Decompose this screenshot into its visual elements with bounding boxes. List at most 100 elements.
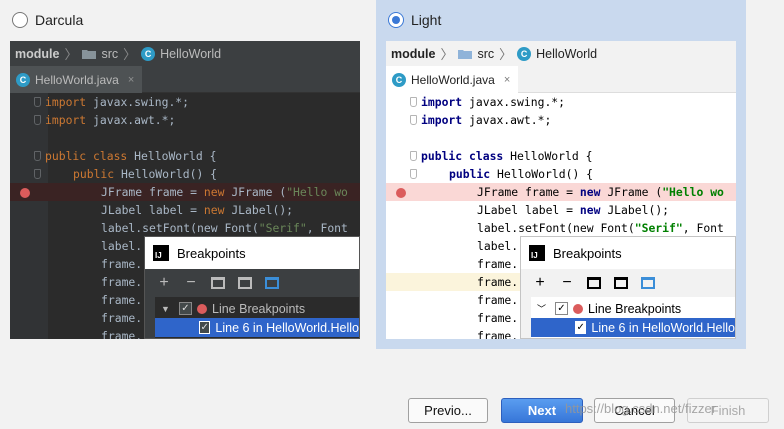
code-line-breakpoint: JFrame frame = new JFrame ("Hello wo <box>10 183 360 201</box>
add-icon[interactable]: + <box>155 274 173 292</box>
class-icon: C <box>517 46 532 61</box>
breadcrumb-file: HelloWorld <box>160 46 222 61</box>
class-icon: C <box>16 72 30 87</box>
breakpoints-tree: ﹀ ✓ Line Breakpoints ✓ Line 6 in HelloWo… <box>531 297 735 338</box>
group-label: Line Breakpoints <box>588 301 682 316</box>
editor-tabbar: C HelloWorld.java × <box>386 66 736 93</box>
code-text: javax.awt.*; <box>93 113 176 127</box>
previous-button[interactable]: Previo... <box>408 398 488 423</box>
close-icon[interactable]: × <box>504 74 510 86</box>
code-line: public HelloWorld() { <box>10 165 360 183</box>
folder-icon <box>458 49 473 59</box>
fold-icon <box>34 151 41 161</box>
code-line: label.setFont(new Font("Serif", Font <box>477 221 724 235</box>
breadcrumb-src: src <box>101 46 119 61</box>
watermark-text: https://blog.csdn.net/fizzer <box>565 401 717 416</box>
fold-icon <box>410 97 417 107</box>
expand-triangle-icon[interactable]: ▼ <box>161 304 173 314</box>
breakpoints-dialog: IJ Breakpoints + − ﹀ ✓ Line Breakpoints … <box>520 236 736 339</box>
breakpoints-title-bar: IJ Breakpoints <box>145 237 359 269</box>
tree-item-breakpoint[interactable]: ✓ Line 6 in HelloWorld.Hello <box>531 318 735 337</box>
item-checkbox[interactable]: ✓ <box>575 321 587 334</box>
breadcrumb-module: module <box>15 46 60 61</box>
group-checkbox[interactable]: ✓ <box>179 302 192 315</box>
code-line: import javax.awt.*; <box>10 111 360 129</box>
code-line: import javax.swing.*; <box>386 93 736 111</box>
group-by-file-icon[interactable] <box>209 274 227 292</box>
code-line: public class HelloWorld { <box>10 147 360 165</box>
group-by-file-icon[interactable] <box>585 274 603 292</box>
breadcrumb-file: HelloWorld <box>536 46 598 61</box>
breakpoint-icon[interactable] <box>20 188 30 198</box>
tree-group-line-breakpoints[interactable]: ﹀ ✓ Line Breakpoints <box>531 299 735 318</box>
code-line: public HelloWorld() { <box>386 165 736 183</box>
item-label: Line 6 in HelloWorld.Hello <box>591 320 735 335</box>
light-preview: module 〉 src 〉 C HelloWorld C HelloWorld… <box>386 41 736 339</box>
group-by-package-icon[interactable] <box>236 274 254 292</box>
fold-icon <box>410 115 417 125</box>
breakpoint-icon[interactable] <box>396 188 406 198</box>
expand-chevron-icon[interactable]: ﹀ <box>537 302 549 315</box>
code-line: JLabel label = new JLabel(); <box>477 203 670 217</box>
group-label: Line Breakpoints <box>212 301 306 316</box>
code-line: public class HelloWorld { <box>386 147 736 165</box>
darcula-label: Darcula <box>35 12 84 28</box>
code-line: JLabel label = new JLabel(); <box>101 203 294 217</box>
group-by-package-icon[interactable] <box>612 274 630 292</box>
code-line-breakpoint: JFrame frame = new JFrame ("Hello wo <box>386 183 736 201</box>
breadcrumb: module 〉 src 〉 C HelloWorld <box>386 41 736 66</box>
breadcrumb: module 〉 src 〉 C HelloWorld <box>10 41 360 66</box>
darcula-theme-option[interactable]: Darcula module 〉 src 〉 C HelloWorld C He… <box>0 0 372 349</box>
chevron-right-icon: 〉 <box>499 47 513 62</box>
tree-group-line-breakpoints[interactable]: ▼ ✓ Line Breakpoints <box>155 299 359 318</box>
intellij-icon: IJ <box>153 245 169 261</box>
item-checkbox[interactable]: ✓ <box>199 321 211 334</box>
fold-icon <box>410 169 417 179</box>
fold-icon <box>410 151 417 161</box>
close-icon[interactable]: × <box>128 74 134 86</box>
class-icon: C <box>392 72 406 87</box>
class-icon: C <box>141 46 156 61</box>
editor-tabbar: C HelloWorld.java × <box>10 66 360 93</box>
intellij-icon: IJ <box>529 245 545 261</box>
tab-filename: HelloWorld.java <box>35 72 119 87</box>
add-icon[interactable]: + <box>531 274 549 292</box>
light-theme-option[interactable]: Light module 〉 src 〉 C HelloWorld C Hell… <box>376 0 746 349</box>
remove-icon[interactable]: − <box>558 274 576 292</box>
code-line: label.setFont(new Font("Serif", Font <box>101 221 348 235</box>
code-line: import javax.swing.*; <box>10 93 360 111</box>
fold-icon <box>34 169 41 179</box>
group-by-class-icon[interactable] <box>639 274 657 292</box>
light-label: Light <box>411 12 442 28</box>
group-checkbox[interactable]: ✓ <box>555 302 568 315</box>
darcula-preview: module 〉 src 〉 C HelloWorld C HelloWorld… <box>10 41 360 339</box>
fold-icon <box>34 97 41 107</box>
breakpoint-icon <box>573 303 583 314</box>
breakpoints-dialog: IJ Breakpoints + − ▼ ✓ Line Breakpoints … <box>144 236 360 339</box>
tree-item-breakpoint[interactable]: ✓ Line 6 in HelloWorld.Hello <box>155 318 359 337</box>
item-label: Line 6 in HelloWorld.Hello <box>215 320 359 335</box>
breakpoints-title: Breakpoints <box>177 245 246 261</box>
breadcrumb-src: src <box>477 46 495 61</box>
chevron-right-icon: 〉 <box>123 47 137 62</box>
folder-icon <box>82 49 97 59</box>
editor-tab[interactable]: C HelloWorld.java × <box>386 66 518 93</box>
darcula-radio-row[interactable]: Darcula <box>12 11 83 29</box>
fold-icon <box>34 115 41 125</box>
editor-tab[interactable]: C HelloWorld.java × <box>10 66 142 93</box>
remove-icon[interactable]: − <box>182 274 200 292</box>
chevron-right-icon: 〉 <box>64 47 78 62</box>
tab-filename: HelloWorld.java <box>411 72 495 87</box>
breakpoints-tree: ▼ ✓ Line Breakpoints ✓ Line 6 in HelloWo… <box>155 297 359 338</box>
light-radio-row[interactable]: Light <box>388 11 441 29</box>
breakpoints-toolbar: + − <box>145 269 359 296</box>
breakpoints-toolbar: + − <box>521 269 735 296</box>
code-line: import javax.awt.*; <box>386 111 736 129</box>
chevron-right-icon: 〉 <box>440 47 454 62</box>
code-text: javax.swing.*; <box>93 95 190 109</box>
breadcrumb-module: module <box>391 46 436 61</box>
breakpoints-title: Breakpoints <box>553 245 622 261</box>
darcula-radio[interactable] <box>12 12 28 28</box>
light-radio[interactable] <box>388 12 404 28</box>
group-by-class-icon[interactable] <box>263 274 281 292</box>
